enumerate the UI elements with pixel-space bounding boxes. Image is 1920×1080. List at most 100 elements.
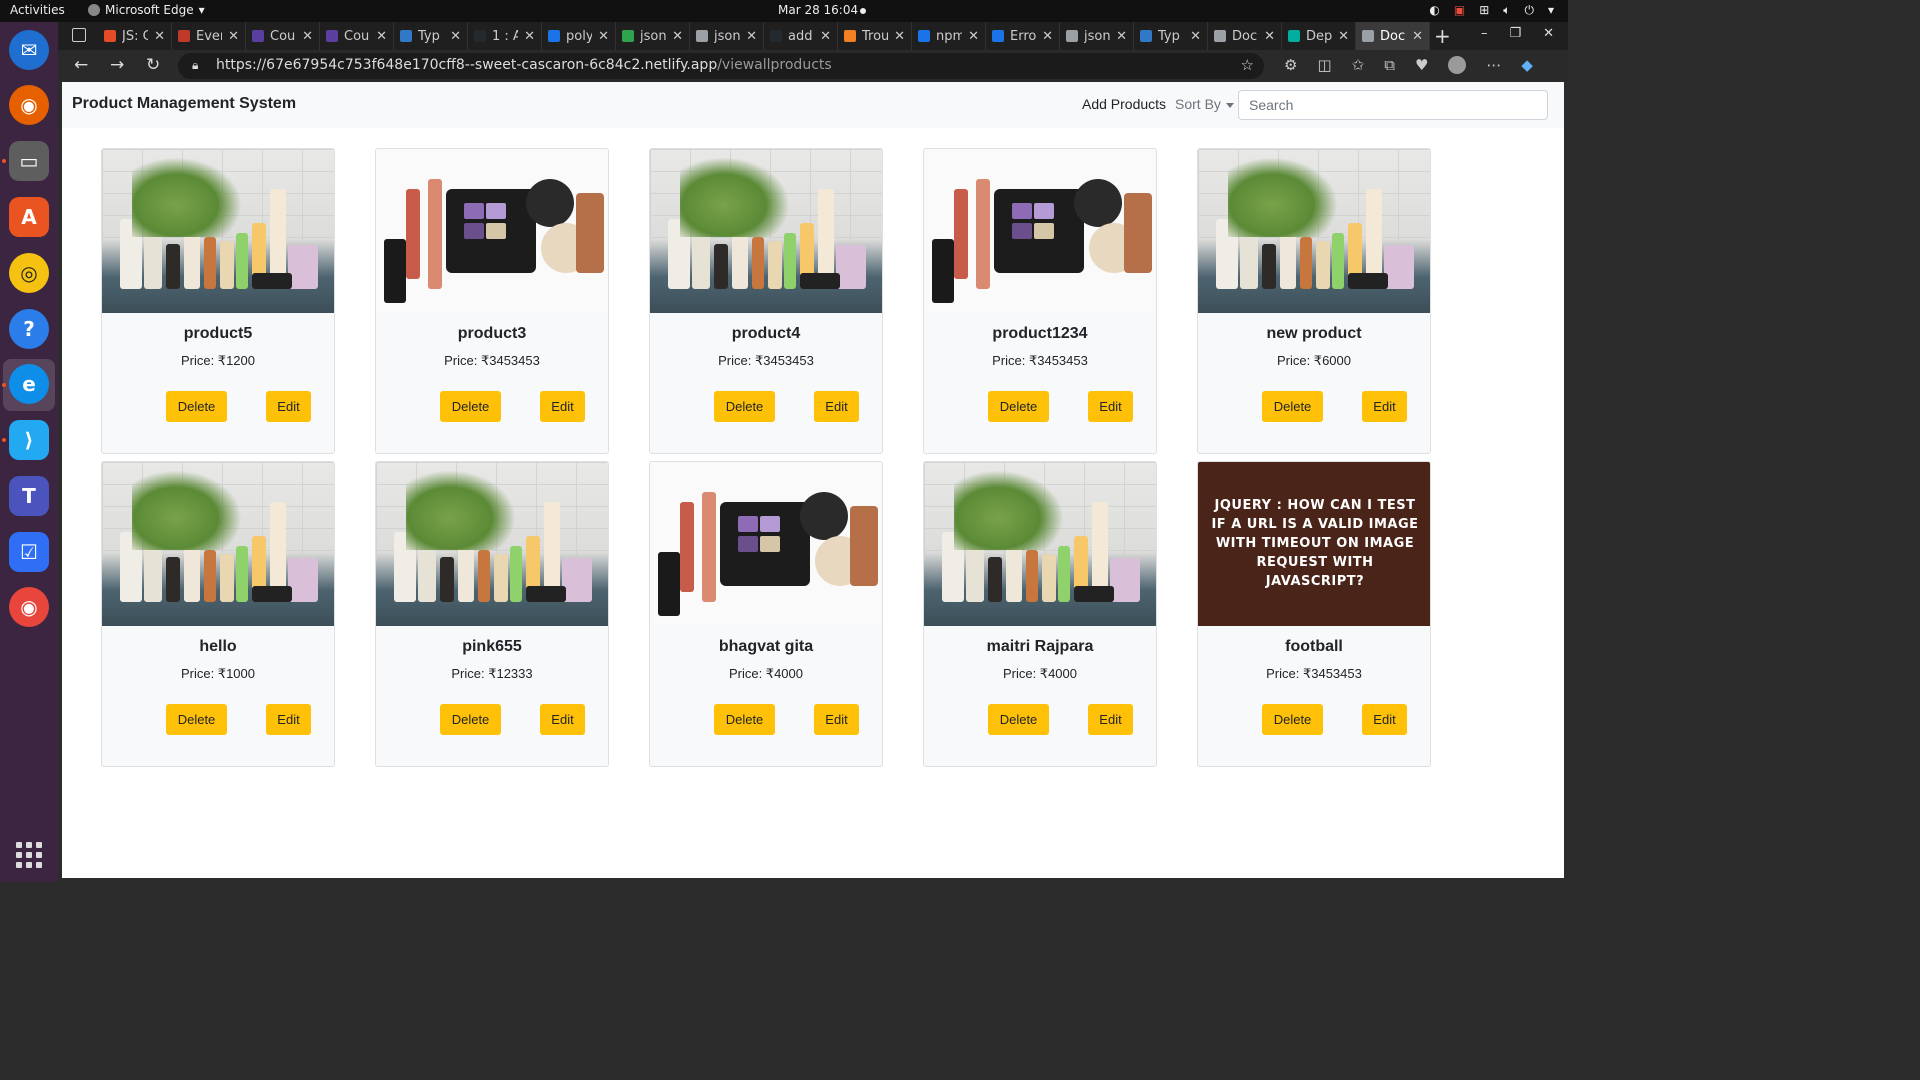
edit-button[interactable]: Edit [1362,391,1407,422]
split-screen-icon[interactable]: ◫ [1317,56,1331,74]
edit-button[interactable]: Edit [266,391,311,422]
app-menu[interactable]: Microsoft Edge ▾ [88,3,205,17]
tab-close-icon[interactable]: ✕ [524,29,535,44]
delete-button[interactable]: Delete [166,391,227,422]
input-method-icon[interactable]: ▣ [1454,3,1465,18]
minimize-icon[interactable]: – [1481,26,1488,41]
browser-tab[interactable]: Erro ✕ [986,22,1060,50]
browser-tab[interactable]: Doc ✕ [1356,22,1430,50]
tab-close-icon[interactable]: ✕ [302,29,313,44]
edit-button[interactable]: Edit [266,704,311,735]
browser-tab[interactable]: Cou ✕ [246,22,320,50]
browser-tab[interactable]: Typ ✕ [394,22,468,50]
edit-button[interactable]: Edit [1088,391,1133,422]
tab-close-icon[interactable]: ✕ [672,29,683,44]
edit-button[interactable]: Edit [814,704,859,735]
edit-button[interactable]: Edit [1362,704,1407,735]
night-light-icon[interactable]: ◐ [1429,3,1439,18]
tab-close-icon[interactable]: ✕ [1264,29,1275,44]
close-icon[interactable]: ✕ [1543,26,1554,41]
browser-tab[interactable]: Dep ✕ [1282,22,1356,50]
browser-tab[interactable]: Trou ✕ [838,22,912,50]
teams-icon[interactable]: T [9,476,49,516]
more-options-icon[interactable]: ⋯ [1486,56,1501,74]
tab-close-icon[interactable]: ✕ [450,29,461,44]
tab-close-icon[interactable]: ✕ [228,29,239,44]
refresh-icon[interactable]: ↻ [146,55,160,75]
clock[interactable]: Mar 28 16:04 [778,3,858,17]
browser-tab[interactable]: Even ✕ [172,22,246,50]
extensions-icon[interactable]: ⚙ [1284,56,1297,74]
edit-button[interactable]: Edit [540,391,585,422]
favorite-star-icon[interactable]: ☆ [1241,56,1254,74]
edit-button[interactable]: Edit [814,391,859,422]
tab-close-icon[interactable]: ✕ [598,29,609,44]
delete-button[interactable]: Delete [988,704,1049,735]
network-icon[interactable]: ⊞ [1479,3,1489,18]
performance-icon[interactable]: ♥ [1415,56,1428,74]
tab-close-icon[interactable]: ✕ [746,29,757,44]
add-products-link[interactable]: Add Products [1082,96,1166,112]
profile-avatar[interactable] [1448,56,1467,74]
delete-button[interactable]: Delete [1262,391,1323,422]
delete-button[interactable]: Delete [988,391,1049,422]
search-input[interactable] [1238,90,1548,120]
address-bar[interactable]: 🔒︎ https://67e67954c753f648e170cff8--swe… [178,53,1264,79]
files-icon[interactable]: ▭ [9,141,49,181]
edge-icon[interactable]: e [9,364,49,404]
thunderbird-icon[interactable]: ✉ [9,30,49,70]
browser-tab[interactable]: Cou ✕ [320,22,394,50]
url-text[interactable]: https://67e67954c753f648e170cff8--sweet-… [216,57,832,73]
vscode-icon[interactable]: ⟩ [9,420,49,460]
system-tray[interactable]: ◐ ▣ ⊞ 🔈︎ ⏻ ▾ [1429,3,1554,18]
tab-close-icon[interactable]: ✕ [1190,29,1201,44]
browser-tab[interactable]: Typ ✕ [1134,22,1208,50]
delete-button[interactable]: Delete [440,391,501,422]
tab-close-icon[interactable]: ✕ [1412,29,1423,44]
browser-tab[interactable]: npm ✕ [912,22,986,50]
show-apps-icon[interactable] [16,842,42,868]
delete-button[interactable]: Delete [166,704,227,735]
activities-button[interactable]: Activities [10,3,65,17]
favorites-icon[interactable]: ✩ [1352,56,1365,74]
browser-tab[interactable]: 1 : A ✕ [468,22,542,50]
new-tab-button[interactable]: + [1434,24,1451,48]
rhythmbox-icon[interactable]: ◎ [9,253,49,293]
help-icon[interactable]: ? [9,309,49,349]
browser-tab[interactable]: add ✕ [764,22,838,50]
browser-tab[interactable]: json ✕ [690,22,764,50]
tab-close-icon[interactable]: ✕ [154,29,165,44]
delete-button[interactable]: Delete [714,704,775,735]
browser-tab[interactable]: JS: C ✕ [98,22,172,50]
collections-icon[interactable]: ⧉ [1384,56,1395,74]
edit-button[interactable]: Edit [1088,704,1133,735]
browser-tab[interactable]: json ✕ [616,22,690,50]
forward-icon[interactable]: → [110,55,124,75]
sort-by-dropdown[interactable]: Sort By [1175,96,1234,112]
brand-title[interactable]: Product Management System [72,95,296,113]
edit-button[interactable]: Edit [540,704,585,735]
volume-icon[interactable]: 🔈︎ [1503,3,1510,18]
back-icon[interactable]: ← [74,55,88,75]
browser-tab[interactable]: json ✕ [1060,22,1134,50]
chrome-icon[interactable]: ◉ [9,587,49,627]
power-icon[interactable]: ⏻ [1524,3,1534,18]
tab-close-icon[interactable]: ✕ [894,29,905,44]
lock-icon[interactable]: 🔒︎ [192,58,198,73]
tab-close-icon[interactable]: ✕ [820,29,831,44]
app-center-icon[interactable]: A [9,197,49,237]
chevron-down-icon[interactable]: ▾ [1548,3,1554,18]
tab-actions-icon[interactable] [72,28,86,42]
copilot-icon[interactable]: ◆ [1521,56,1533,74]
restore-icon[interactable]: ❐ [1509,26,1521,41]
tab-close-icon[interactable]: ✕ [968,29,979,44]
delete-button[interactable]: Delete [1262,704,1323,735]
tab-close-icon[interactable]: ✕ [1042,29,1053,44]
tasks-icon[interactable]: ☑ [9,532,49,572]
delete-button[interactable]: Delete [714,391,775,422]
firefox-icon[interactable]: ◉ [9,85,49,125]
delete-button[interactable]: Delete [440,704,501,735]
browser-tab[interactable]: Doc ✕ [1208,22,1282,50]
browser-tab[interactable]: poly ✕ [542,22,616,50]
tab-close-icon[interactable]: ✕ [1338,29,1349,44]
